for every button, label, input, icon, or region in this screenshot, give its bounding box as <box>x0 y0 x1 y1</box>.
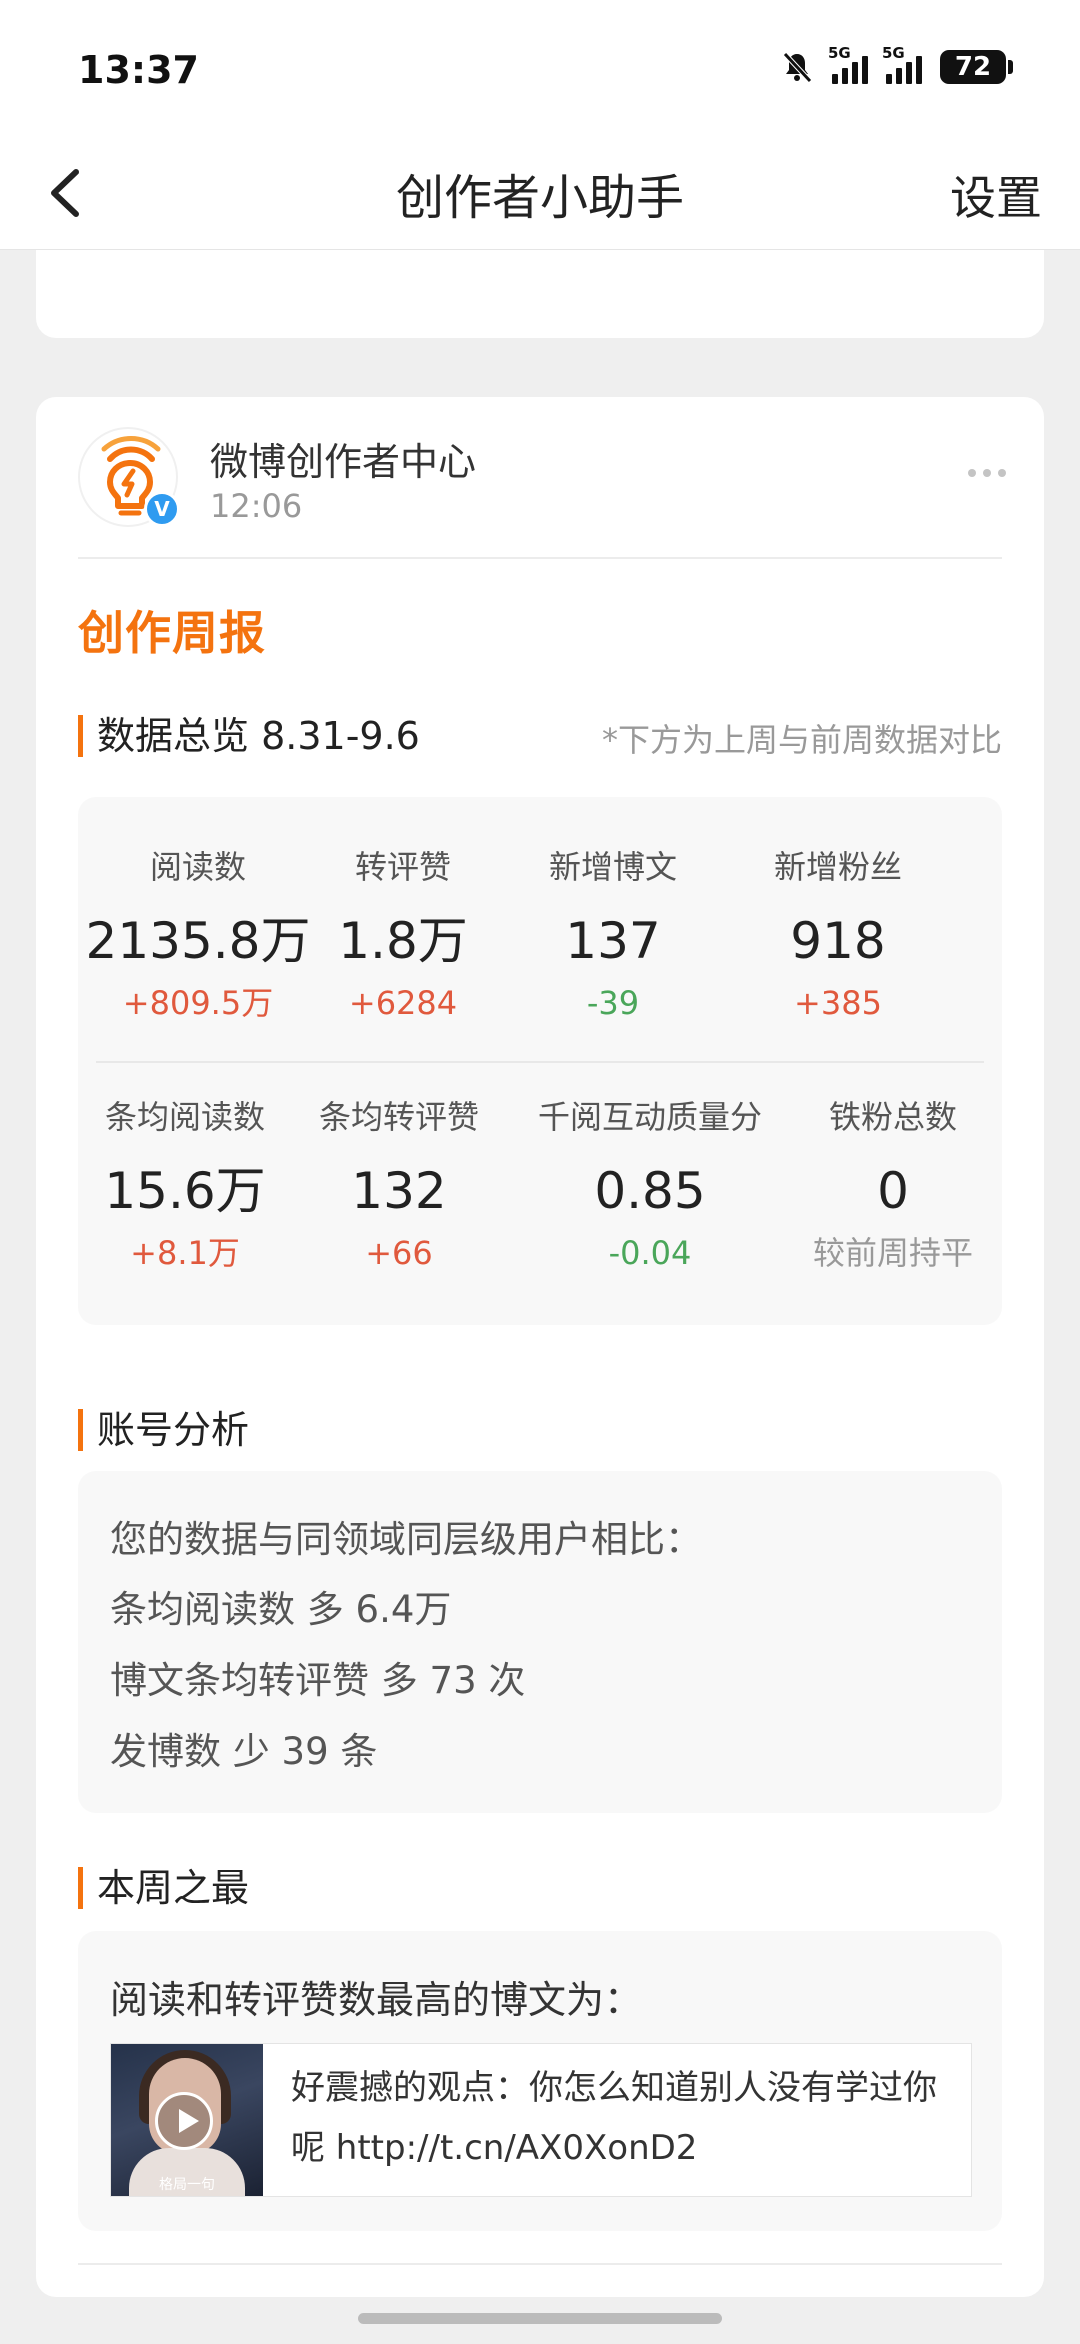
overview-heading: 数据总览 8.31-9.6 <box>78 715 420 757</box>
status-icons: 5G 5G 72 <box>780 44 1013 84</box>
divider <box>78 2263 1002 2265</box>
divider <box>78 557 1002 559</box>
avatar[interactable]: V <box>78 427 180 527</box>
thumbnail-caption: 格局一句 <box>159 2177 215 2193</box>
previous-message-card <box>36 250 1044 338</box>
stat-avg-reads: 条均阅读数 15.6万 +8.1万 <box>104 1098 266 1272</box>
best-panel: 阅读和转评赞数最高的博文为： 格局一句 好震撼的观点：你怎么知道别人没有学过你呢… <box>78 1931 1002 2231</box>
message-time: 12:06 <box>210 487 303 525</box>
stat-quality-score: 千阅互动质量分 0.85 -0.04 <box>537 1098 762 1272</box>
play-icon[interactable] <box>155 2092 213 2150</box>
mute-bell-icon <box>783 52 812 83</box>
more-options-icon[interactable] <box>968 469 1006 477</box>
status-time: 13:37 <box>78 48 199 92</box>
panel-divider <box>96 1061 984 1063</box>
nav-bar: 创作者小助手 设置 <box>0 140 1080 250</box>
best-post-text[interactable]: 好震撼的观点：你怎么知道别人没有学过你呢 http://t.cn/AX0XonD… <box>291 2058 961 2178</box>
stat-engagement: 转评赞 1.8万 +6284 <box>338 848 468 1022</box>
account-name[interactable]: 微博创作者中心 <box>210 431 476 486</box>
page-title: 创作者小助手 <box>395 170 684 226</box>
overview-panel: 阅读数 2135.8万 +809.5万 转评赞 1.8万 +6284 新增博文 … <box>78 797 1002 1325</box>
settings-button[interactable]: 设置 <box>950 162 1042 228</box>
video-thumbnail[interactable]: 格局一句 <box>111 2044 263 2196</box>
analysis-heading: 账号分析 <box>78 1409 249 1451</box>
stat-new-posts: 新增博文 137 -39 <box>548 848 677 1022</box>
best-post-card[interactable]: 格局一句 好震撼的观点：你怎么知道别人没有学过你呢 http://t.cn/AX… <box>110 2043 972 2197</box>
stats-row-1: 阅读数 2135.8万 +809.5万 转评赞 1.8万 +6284 新增博文 … <box>78 845 1002 1023</box>
verified-badge-icon: V <box>144 491 180 527</box>
report-title: 创作周报 <box>78 606 266 660</box>
message-card: V 微博创作者中心 12:06 创作周报 数据总览 8.31-9.6 *下方为上… <box>36 397 1044 2297</box>
battery-icon: 72 <box>940 50 1013 84</box>
home-indicator[interactable] <box>358 2313 722 2324</box>
best-heading: 本周之最 <box>78 1867 249 1909</box>
signal-icon-sim2: 5G <box>882 44 922 84</box>
analysis-line: 条均阅读数 多 6.4万 <box>110 1588 452 1631</box>
analysis-line: 发博数 少 39 条 <box>110 1730 378 1773</box>
analysis-intro: 您的数据与同领域同层级用户相比： <box>110 1518 702 1561</box>
stat-new-fans: 新增粉丝 918 +385 <box>773 848 902 1022</box>
stat-iron-fans: 铁粉总数 0 较前周持平 <box>812 1098 973 1272</box>
status-bar: 13:37 5G 5G 72 <box>0 0 1080 140</box>
analysis-panel: 您的数据与同领域同层级用户相比： 条均阅读数 多 6.4万 博文条均转评赞 多 … <box>78 1471 1002 1813</box>
overview-note: *下方为上周与前周数据对比 <box>601 721 1002 759</box>
best-intro: 阅读和转评赞数最高的博文为： <box>110 1978 643 2022</box>
stat-reads: 阅读数 2135.8万 +809.5万 <box>85 848 311 1022</box>
stats-row-2: 条均阅读数 15.6万 +8.1万 条均转评赞 132 +66 千阅互动质量分 … <box>78 1095 1002 1273</box>
analysis-line: 博文条均转评赞 多 73 次 <box>110 1659 526 1702</box>
signal-icon-sim1: 5G <box>828 44 868 84</box>
stat-avg-engagement: 条均转评赞 132 +66 <box>318 1098 479 1272</box>
